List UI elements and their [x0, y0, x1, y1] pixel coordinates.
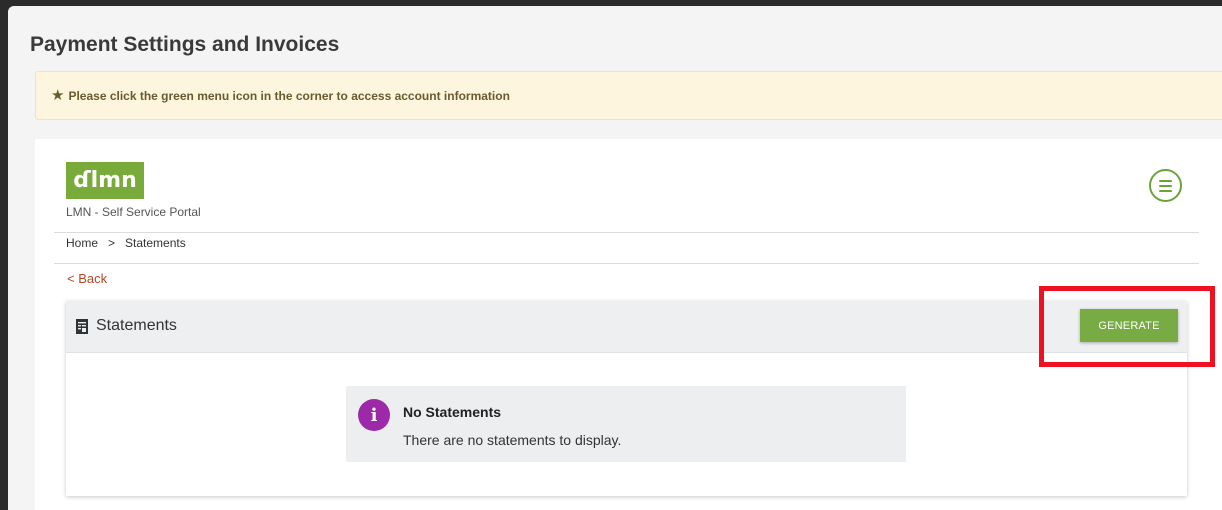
breadcrumb-divider [54, 263, 1199, 264]
breadcrumb-home[interactable]: Home [66, 236, 98, 250]
star-icon: ★ [51, 87, 65, 104]
document-icon [76, 319, 88, 334]
statements-title: Statements [96, 317, 177, 334]
info-icon: i [358, 399, 390, 431]
breadcrumb-current: Statements [125, 236, 186, 250]
breadcrumb: Home > Statements [66, 236, 186, 250]
portal-panel: ɗlmn LMN - Self Service Portal Home > St… [35, 139, 1222, 510]
breadcrumb-separator: > [108, 236, 116, 250]
page-title: Payment Settings and Invoices [30, 33, 340, 56]
empty-state-title: No Statements [403, 404, 502, 420]
empty-state-box: i No Statements There are no statements … [346, 386, 906, 462]
menu-button[interactable] [1149, 169, 1182, 202]
statements-card: Statements GENERATE i No Statements Ther… [66, 301, 1187, 496]
portal-name: LMN - Self Service Portal [66, 205, 201, 219]
hamburger-menu-icon [1159, 179, 1172, 182]
logo-text: ɗlmn [73, 168, 137, 193]
lmn-logo: ɗlmn [66, 162, 144, 199]
header-divider [54, 232, 1199, 233]
generate-button[interactable]: GENERATE [1080, 309, 1178, 342]
back-link[interactable]: < Back [67, 271, 107, 286]
notice-banner: ★ Please click the green menu icon in th… [35, 71, 1222, 120]
app-window: Payment Settings and Invoices ★ Please c… [8, 6, 1222, 510]
empty-state-message: There are no statements to display. [403, 432, 622, 448]
statements-card-header: Statements GENERATE [66, 301, 1187, 353]
notice-text: Please click the green menu icon in the … [68, 88, 510, 103]
